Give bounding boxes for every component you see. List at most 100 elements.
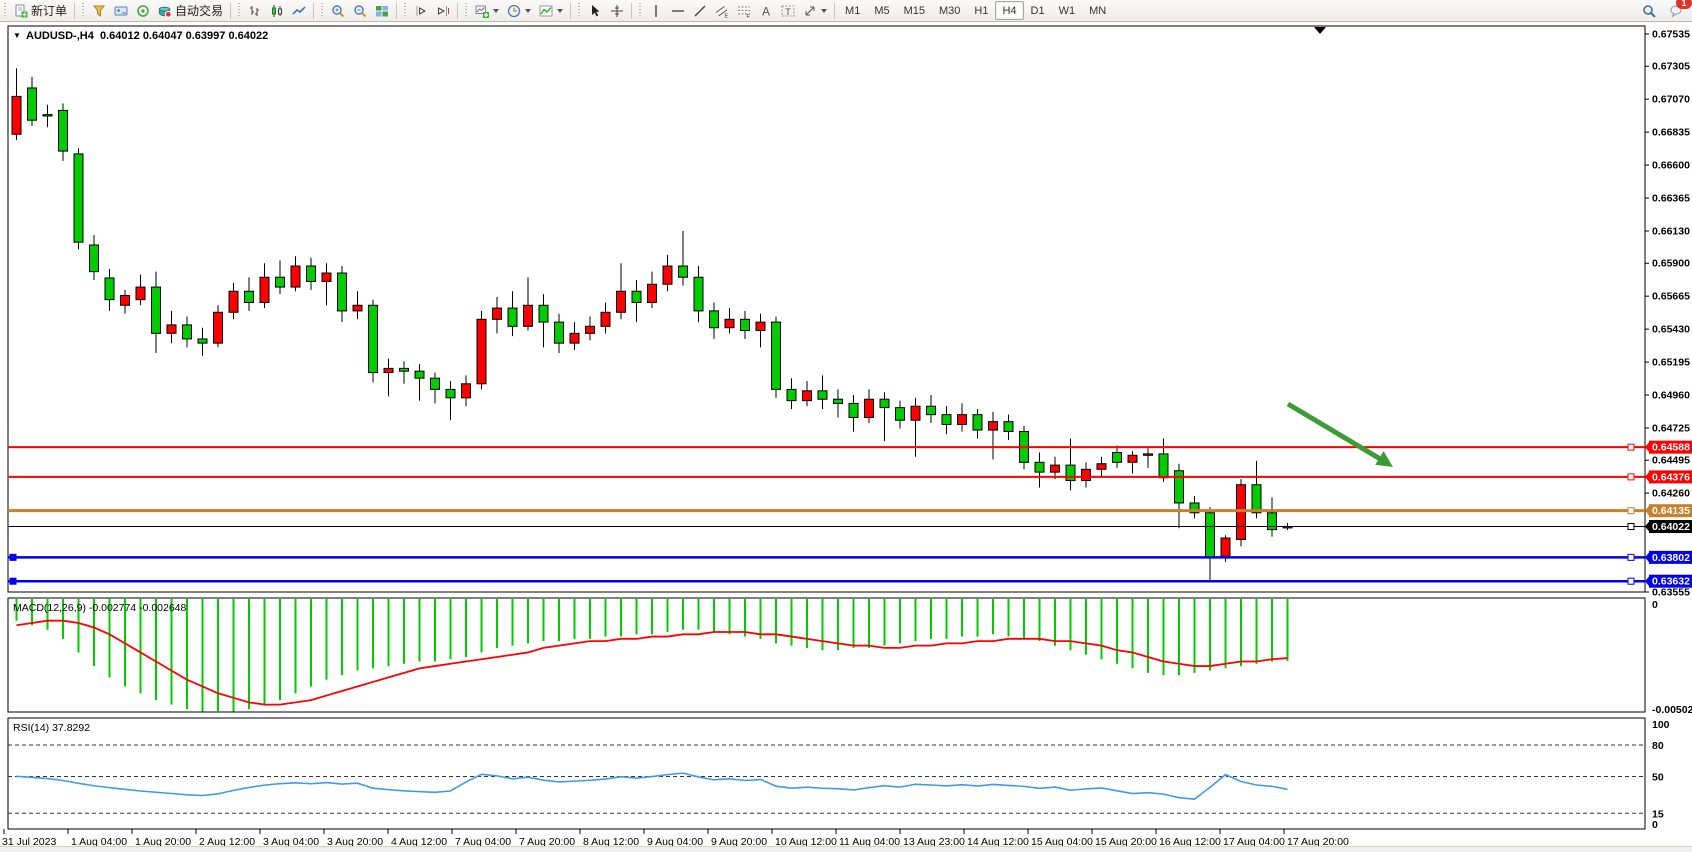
periods-icon (507, 4, 521, 18)
candle-body (338, 273, 347, 311)
pivot-line-handle[interactable] (1628, 508, 1634, 514)
arrows-tool-button[interactable] (799, 0, 831, 21)
symbol-dropdown-icon: ▼ (13, 31, 21, 40)
auto-trading-button[interactable]: 自动交易 (154, 0, 227, 21)
chart-legend: ▼AUDUSD-,H40.64012 0.64047 0.63997 0.640… (13, 30, 268, 42)
price-tag: 0.64022 (1645, 520, 1692, 533)
candle-body (741, 319, 750, 330)
arrows-icon (803, 4, 817, 18)
timeframe-button-d1[interactable]: D1 (1024, 1, 1052, 20)
candle-body (353, 305, 362, 311)
price-tick-label: 0.65195 (1652, 357, 1690, 369)
price-tick-label: 0.63555 (1652, 586, 1690, 598)
timeframe-button-m5[interactable]: M5 (867, 1, 896, 20)
timeframe-button-h4[interactable]: H4 (995, 1, 1023, 20)
candle-body (834, 399, 843, 403)
chart-title-ohlc: 0.64012 0.64047 0.63997 0.64022 (100, 30, 268, 42)
text-icon: A (759, 4, 773, 18)
crosshair-tool-button[interactable] (606, 0, 628, 21)
candle-body (121, 295, 130, 305)
new-order-button-label: 新订单 (31, 2, 67, 19)
time-tick-label: 4 Aug 12:00 (391, 836, 447, 846)
candle-body (989, 422, 998, 430)
crosshair-icon (610, 4, 624, 18)
main-price-pane[interactable] (8, 26, 1645, 592)
tile-windows-button[interactable] (371, 0, 393, 21)
macd-pane[interactable] (8, 598, 1645, 712)
timeframe-button-m15[interactable]: M15 (897, 1, 932, 20)
fibonacci-tool-button[interactable]: F (733, 0, 755, 21)
chevron-down-icon[interactable] (493, 9, 499, 13)
price-tick-label: 0.64260 (1652, 488, 1690, 500)
chevron-down-icon[interactable] (525, 9, 531, 13)
price-tag-label: 0.64588 (1652, 442, 1690, 454)
price-tick-label: 0.64495 (1652, 455, 1690, 467)
support-line-2-handle-left[interactable] (10, 578, 16, 584)
hline-tool-button[interactable] (667, 0, 689, 21)
candle-body (229, 291, 238, 312)
new-chart-button[interactable] (471, 0, 503, 21)
current-price-line-handle[interactable] (1628, 524, 1634, 530)
trendline-tool-button[interactable] (689, 0, 711, 21)
svg-text:F: F (747, 14, 751, 18)
support-line-2-handle[interactable] (1628, 578, 1634, 584)
new-order-button[interactable]: 新订单 (10, 0, 71, 21)
price-tick-label: 0.67305 (1652, 61, 1690, 73)
chart-window[interactable]: 0.675350.673050.670700.668350.666000.663… (0, 22, 1692, 846)
time-tick-label: 9 Aug 04:00 (647, 836, 703, 846)
candle-body (183, 325, 192, 339)
text-tool-button[interactable]: A (755, 0, 777, 21)
timeframe-button-m1[interactable]: M1 (838, 1, 867, 20)
time-tick-label: 2 Aug 12:00 (199, 836, 255, 846)
price-tick-label: 0.65900 (1652, 258, 1690, 270)
notification-badge: 1 (1676, 0, 1692, 9)
timeframe-button-m30[interactable]: M30 (932, 1, 967, 20)
price-tag: 0.63802 (1645, 551, 1692, 564)
support-line-1-handle-left[interactable] (10, 554, 16, 560)
candle-body (1221, 538, 1230, 556)
time-tick-label: 17 Aug 04:00 (1223, 836, 1285, 846)
candle-body (539, 305, 548, 322)
chevron-down-icon[interactable] (557, 9, 563, 13)
timeframe-button-w1[interactable]: W1 (1052, 1, 1083, 20)
support-line-1-handle[interactable] (1628, 554, 1634, 560)
zoom-in-button[interactable] (327, 0, 349, 21)
candle-body (1004, 422, 1013, 432)
candlestick-chart-icon (270, 4, 284, 18)
cursor-tool-button[interactable] (584, 0, 606, 21)
notifications-button[interactable]: 1 (1666, 0, 1688, 21)
line-chart-button[interactable] (288, 0, 310, 21)
vline-tool-button[interactable] (645, 0, 667, 21)
candle-body (1252, 485, 1261, 513)
indicators-button[interactable] (535, 0, 567, 21)
candle-body (803, 391, 812, 401)
toolbar-separator (834, 3, 835, 19)
candlestick-chart-button[interactable] (266, 0, 288, 21)
terminal-button[interactable] (110, 0, 132, 21)
zoom-out-button[interactable] (349, 0, 371, 21)
resistance-line-1-handle[interactable] (1628, 444, 1634, 450)
candle-body (1097, 464, 1106, 470)
periods-button[interactable] (503, 0, 535, 21)
signals-button[interactable] (132, 0, 154, 21)
rsi-pane[interactable] (8, 718, 1645, 829)
price-tag-label: 0.64376 (1652, 471, 1690, 483)
mt4-window: { "toolbar": { "new_order_label": "新订单",… (0, 0, 1692, 852)
auto-scroll-button[interactable] (410, 0, 432, 21)
candle-body (555, 322, 564, 343)
timeframe-button-h1[interactable]: H1 (967, 1, 995, 20)
indicators-icon (539, 4, 553, 18)
candle-body (214, 312, 223, 343)
chart-canvas[interactable]: 0.675350.673050.670700.668350.666000.663… (0, 22, 1692, 846)
resistance-line-2-handle[interactable] (1628, 474, 1634, 480)
bar-chart-button[interactable] (244, 0, 266, 21)
chart-shift-button[interactable] (432, 0, 454, 21)
channel-tool-button[interactable]: E (711, 0, 733, 21)
search-button[interactable] (1638, 0, 1660, 21)
time-tick-label: 3 Aug 20:00 (327, 836, 383, 846)
label-tool-button[interactable]: T (777, 0, 799, 21)
chevron-down-icon[interactable] (821, 9, 827, 13)
timeframe-button-mn[interactable]: MN (1082, 1, 1113, 20)
rsi-axis-50: 50 (1652, 772, 1664, 784)
market-depth-button[interactable] (88, 0, 110, 21)
